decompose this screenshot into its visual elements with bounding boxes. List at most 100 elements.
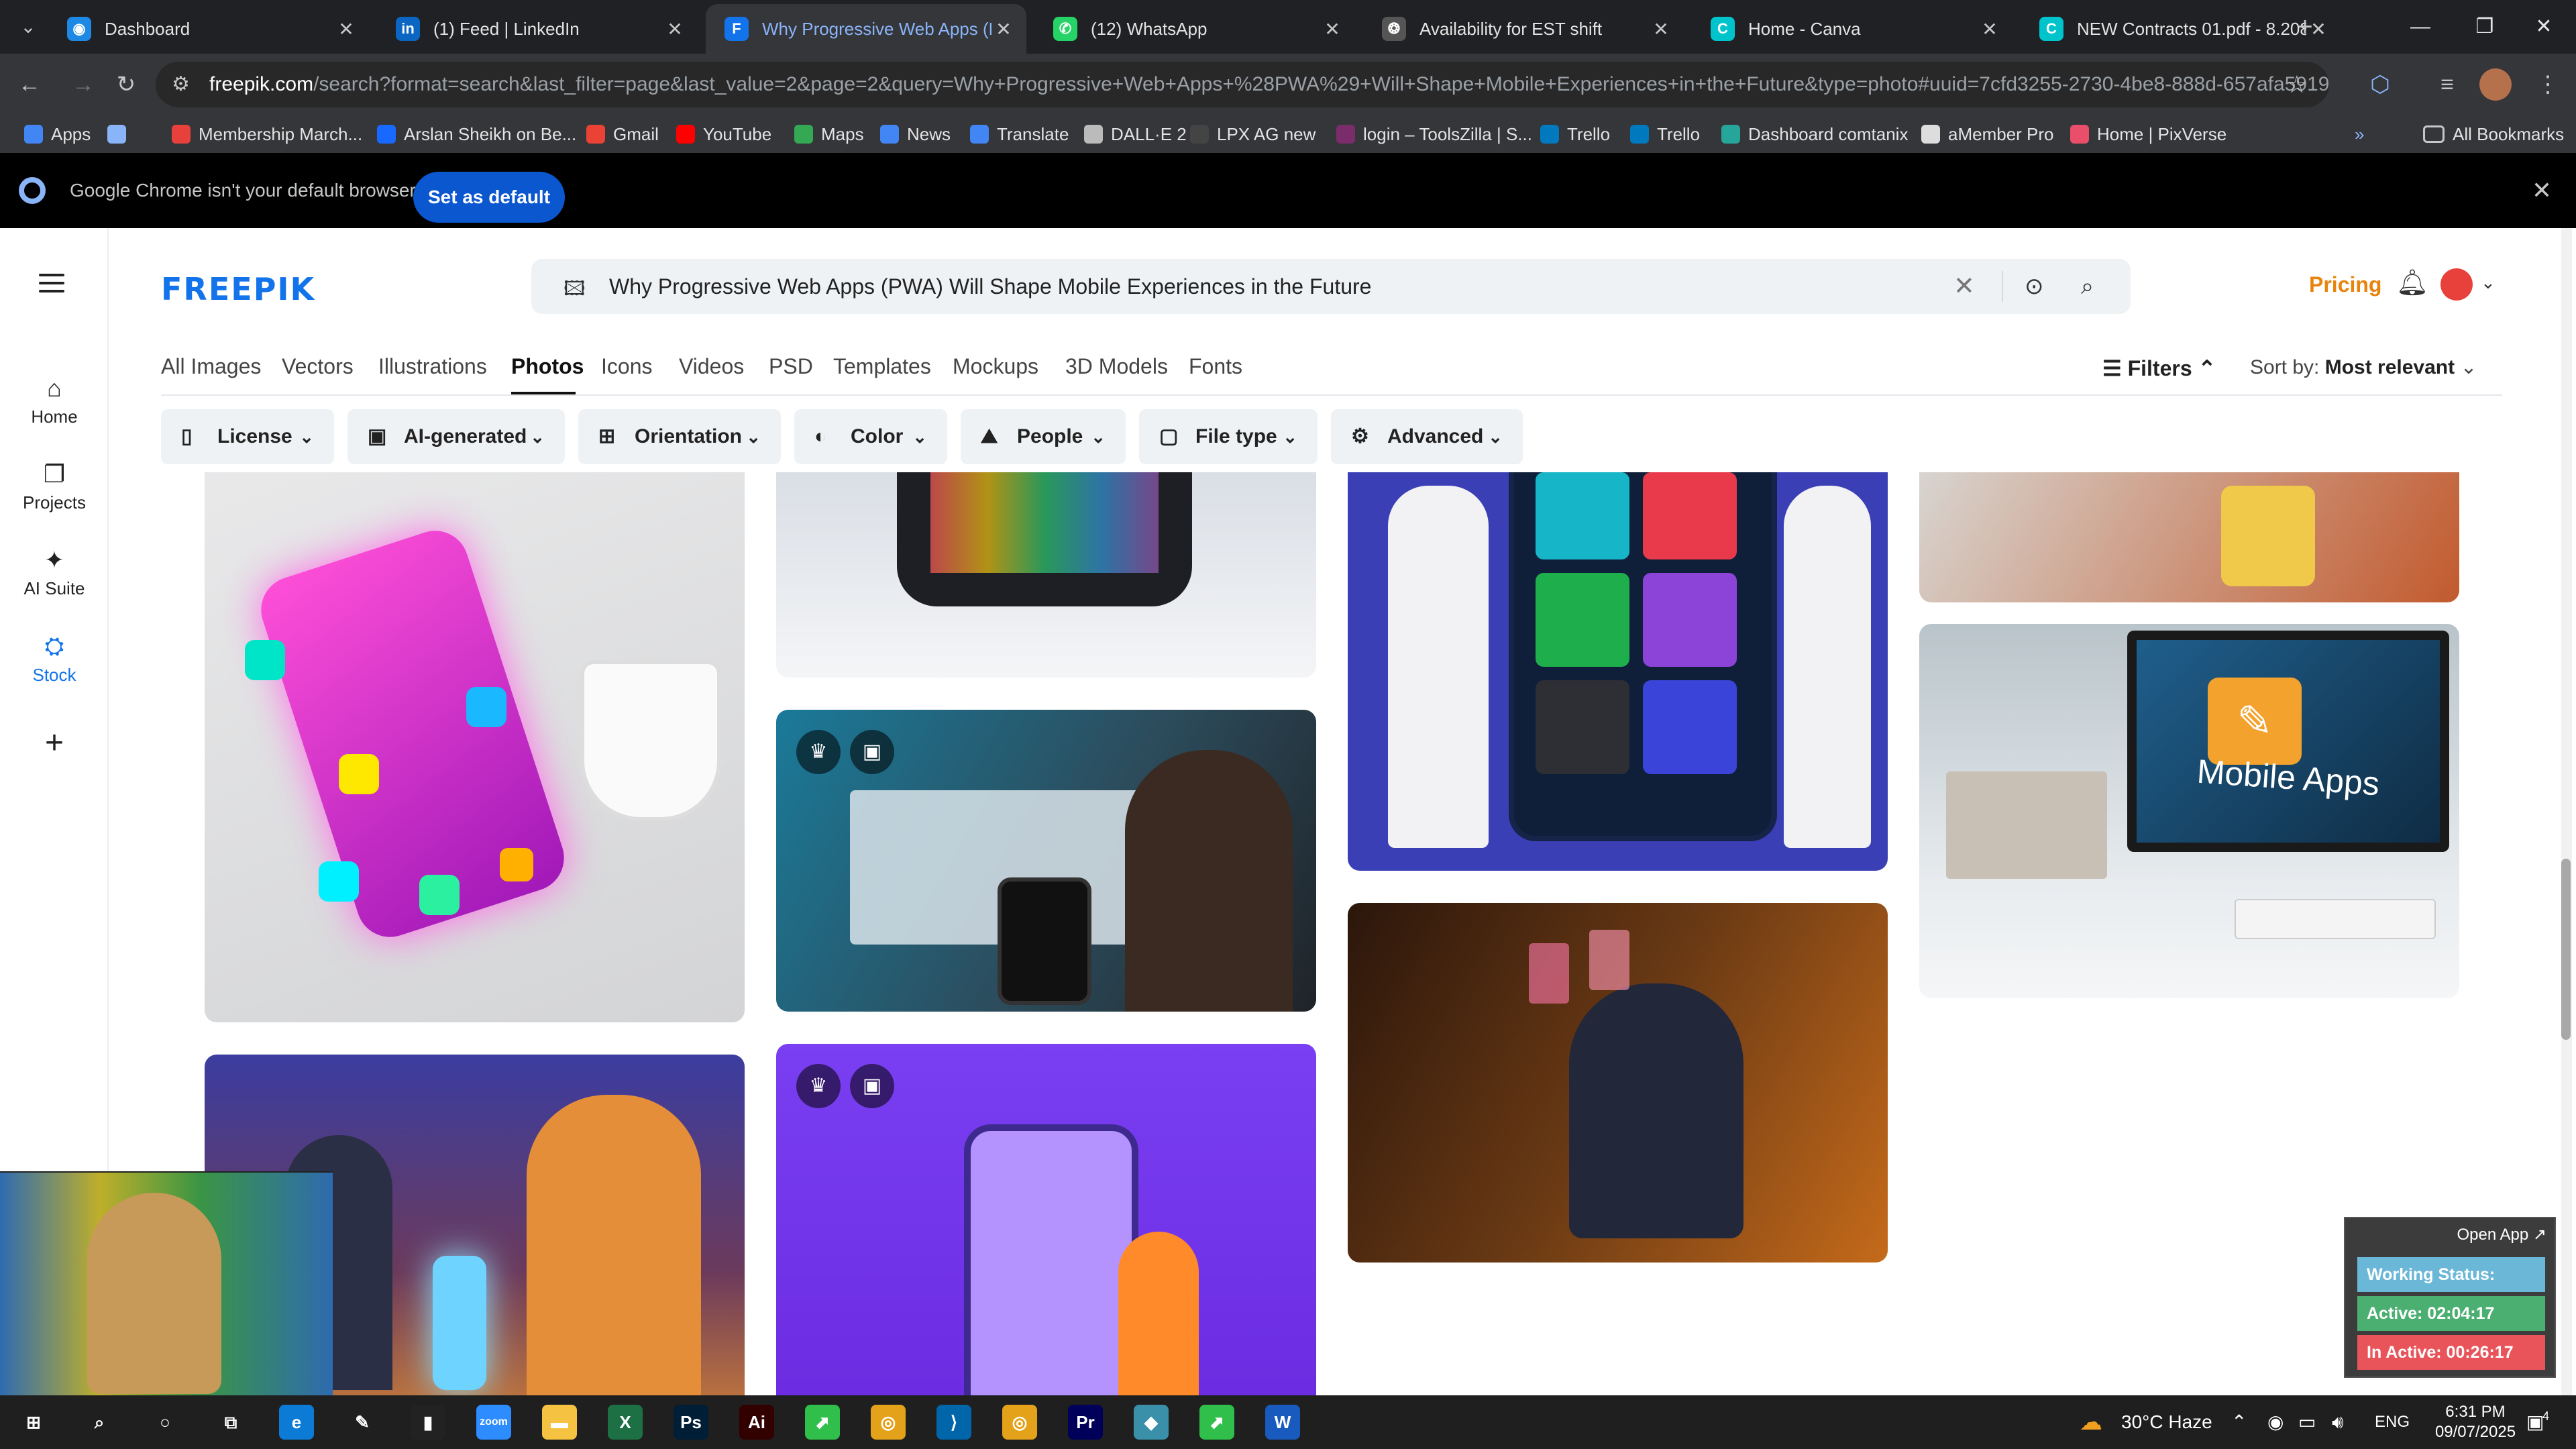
tab-vectors[interactable]: Vectors (282, 354, 354, 379)
image-card[interactable]: ♛ ▣ (776, 1044, 1316, 1395)
profile-avatar[interactable] (2479, 68, 2512, 101)
bookmark-star-icon[interactable]: ☆ (2286, 62, 2308, 107)
tab-mockups[interactable]: Mockups (953, 354, 1038, 379)
app-green-1-taskbar-icon[interactable]: ⬈ (805, 1405, 840, 1440)
site-info-icon[interactable]: ⚙ (172, 62, 190, 107)
bookmark-item[interactable]: Trello (1630, 115, 1700, 153)
bookmark-item[interactable]: Trello (1540, 115, 1610, 153)
chevron-down-icon[interactable]: ⌄ (2481, 272, 2496, 293)
image-card[interactable] (205, 472, 745, 1022)
bookmark-item[interactable] (107, 115, 134, 153)
bookmark-item[interactable]: LPX AG new (1190, 115, 1316, 153)
tab-fonts[interactable]: Fonts (1189, 354, 1242, 379)
bookmark-item[interactable]: aMember Pro (1921, 115, 2054, 153)
bookmark-item[interactable]: YouTube (676, 115, 771, 153)
bookmark-item[interactable]: Membership March... (172, 115, 362, 153)
webcam-icon[interactable]: ◉ (2267, 1395, 2284, 1449)
pen-taskbar-icon[interactable]: ✎ (345, 1405, 380, 1440)
tab-close-icon[interactable]: ✕ (1320, 18, 1344, 40)
word-taskbar-icon[interactable]: W (1265, 1405, 1300, 1440)
tab-illustrations[interactable]: Illustrations (378, 354, 487, 379)
bookmark-item[interactable]: Translate (970, 115, 1069, 153)
cortana-taskbar-icon[interactable]: ○ (148, 1405, 182, 1440)
sort-dropdown[interactable]: Sort by: Most relevant ⌄ (2250, 356, 2477, 379)
language-indicator[interactable]: ENG (2375, 1395, 2410, 1449)
image-card[interactable]: ♛ ▣ (776, 710, 1316, 1012)
browser-tab[interactable]: ✆ (12) WhatsApp ✕ (1034, 4, 1355, 54)
infobar-close-icon[interactable]: ✕ (2532, 153, 2552, 228)
set-as-default-button[interactable]: Set as default (413, 172, 565, 223)
chrome-menu-icon[interactable]: ⋮ (2530, 67, 2565, 102)
bookmark-item[interactable]: Arslan Sheikh on Be... (377, 115, 576, 153)
start-taskbar-icon[interactable]: ⊞ (16, 1405, 51, 1440)
extension-icon[interactable]: ⬡ (2363, 67, 2398, 102)
tab-close-icon[interactable]: ✕ (334, 18, 358, 40)
page-scrollbar[interactable] (2561, 228, 2572, 1395)
tab-close-icon[interactable]: ✕ (1978, 18, 2002, 40)
premiere-taskbar-icon[interactable]: Pr (1068, 1405, 1103, 1440)
task-view-taskbar-icon[interactable]: ⧉ (213, 1405, 248, 1440)
clock[interactable]: 6:31 PM 09/07/2025 (2428, 1402, 2522, 1442)
image-card[interactable] (1919, 472, 2459, 602)
browser-tab[interactable]: in (1) Feed | LinkedIn ✕ (377, 4, 698, 54)
filter-file-type-dropdown[interactable]: ▢ File type ⌄ (1139, 409, 1318, 464)
bookmark-item[interactable]: login – ToolsZilla | S... (1336, 115, 1532, 153)
bookmark-item[interactable]: Apps (24, 115, 91, 153)
notifications-icon[interactable]: ▣ (2526, 1395, 2544, 1449)
bookmark-item[interactable]: Home | PixVerse (2070, 115, 2226, 153)
tab-close-icon[interactable]: ✕ (1649, 18, 1673, 40)
search-input[interactable]: Why Progressive Web Apps (PWA) Will Shap… (609, 259, 1371, 314)
tab-close-icon[interactable]: ✕ (663, 18, 687, 40)
filter-advanced-dropdown[interactable]: ⚙ Advanced ⌄ (1331, 409, 1523, 464)
image-type-icon[interactable]: 🖾 (564, 274, 586, 308)
browser-tab[interactable]: ◉ Dashboard ✕ (48, 4, 369, 54)
image-card[interactable]: ✎ Mobile Apps (1919, 624, 2459, 998)
minimize-button[interactable]: — (2388, 0, 2453, 54)
tab-psd[interactable]: PSD (769, 354, 813, 379)
chrome-2-taskbar-icon[interactable]: ◎ (1002, 1405, 1037, 1440)
browser-tab[interactable]: F Why Progressive Web Apps (PW ✕ (706, 4, 1026, 54)
volume-icon[interactable]: 🔊︎ (2332, 1395, 2344, 1449)
edge-taskbar-icon[interactable]: e (279, 1405, 314, 1440)
search-taskbar-icon[interactable]: ⌕ (82, 1405, 117, 1440)
restore-button[interactable]: ❐ (2453, 0, 2517, 54)
app-blue-taskbar-icon[interactable]: ◆ (1134, 1405, 1169, 1440)
excel-taskbar-icon[interactable]: X (608, 1405, 643, 1440)
bookmarks-overflow-icon[interactable]: » (2355, 115, 2364, 153)
zoom-taskbar-icon[interactable]: zoom (476, 1405, 511, 1440)
filter-ai-generated-dropdown[interactable]: ▣ AI-generated ⌄ (347, 409, 565, 464)
scrollbar-thumb[interactable] (2561, 859, 2571, 1040)
clear-search-icon[interactable]: ✕ (1953, 259, 1975, 314)
tab-close-icon[interactable]: ✕ (991, 18, 1016, 40)
weather-icon[interactable]: ☁ (2080, 1395, 2102, 1449)
search-icon[interactable]: ⌕ (2081, 259, 2094, 314)
camera-search-icon[interactable]: ⊙ (2025, 259, 2044, 314)
network-icon[interactable]: ▭ (2298, 1395, 2316, 1449)
reload-icon[interactable]: ↻ (109, 67, 144, 102)
browser-tab[interactable]: ❂ Availability for EST shift ✕ (1363, 4, 1684, 54)
bookmark-item[interactable]: Dashboard comtanix (1721, 115, 1908, 153)
filters-toggle[interactable]: ☰ Filters ⌃ (2102, 356, 2216, 381)
bookmark-item[interactable]: DALL·E 2 (1084, 115, 1187, 153)
photoshop-taskbar-icon[interactable]: Ps (674, 1405, 708, 1440)
close-window-button[interactable]: ✕ (2512, 0, 2576, 54)
freepik-logo[interactable]: FREEPIK (161, 271, 315, 307)
all-bookmarks-folder[interactable]: All Bookmarks (2423, 115, 2564, 153)
open-app-link[interactable]: Open App ↗ (2457, 1225, 2546, 1244)
user-avatar[interactable] (2440, 268, 2473, 301)
tab-videos[interactable]: Videos (679, 354, 744, 379)
tab-search-icon[interactable]: ⌄ (13, 12, 43, 42)
browser-tab[interactable]: C Home - Canva ✕ (1692, 4, 2012, 54)
terminal-taskbar-icon[interactable]: ▮ (411, 1405, 445, 1440)
filter-color-dropdown[interactable]: ◐ Color ⌄ (794, 409, 947, 464)
filter-orientation-dropdown[interactable]: ⊞ Orientation ⌄ (578, 409, 781, 464)
tab-icons[interactable]: Icons (601, 354, 652, 379)
bookmark-item[interactable]: Gmail (586, 115, 659, 153)
tab-3d-models[interactable]: 3D Models (1065, 354, 1168, 379)
weather-text[interactable]: 30°C Haze (2121, 1395, 2212, 1449)
sidenav-item-home[interactable]: ⌂ Home (0, 374, 109, 427)
explorer-taskbar-icon[interactable]: ▬ (542, 1405, 577, 1440)
filter-people-dropdown[interactable]: ⛰ People ⌄ (961, 409, 1126, 464)
new-tab-button[interactable]: + (2289, 11, 2321, 43)
address-bar[interactable]: ⚙ freepik.com/search?format=search&last_… (156, 62, 2329, 107)
